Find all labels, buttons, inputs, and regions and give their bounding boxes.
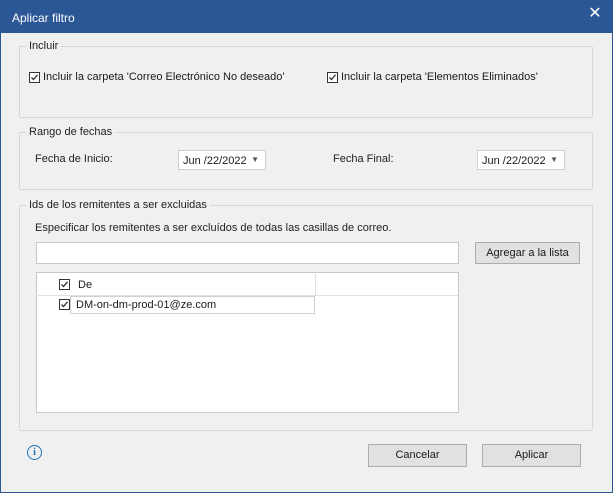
- apply-filter-dialog: Aplicar filtro ✕ Incluir Incluir la carp…: [0, 0, 613, 493]
- row-email: DM-on-dm-prod-01@ze.com: [70, 296, 315, 314]
- start-date-label: Fecha de Inicio:: [35, 153, 113, 165]
- end-date-value: Jun /22/2022: [482, 155, 546, 167]
- date-range-legend: Rango de fechas: [26, 126, 116, 138]
- checkbox-icon: [327, 71, 338, 83]
- column-header-from[interactable]: De: [78, 279, 92, 291]
- excluded-senders-legend: Ids de los remitentes a ser excluidas: [26, 199, 210, 211]
- row-checkbox[interactable]: [59, 299, 70, 310]
- date-range-group: Rango de fechas Fecha de Inicio: Jun /22…: [19, 126, 593, 190]
- apply-button[interactable]: Aplicar: [482, 444, 581, 467]
- title-bar: Aplicar filtro ✕: [1, 1, 612, 33]
- apply-label: Aplicar: [514, 449, 549, 461]
- include-deleted-label: Incluir la carpeta 'Elementos Eliminados…: [341, 71, 538, 83]
- column-divider: [315, 274, 316, 295]
- include-legend: Incluir: [26, 40, 62, 52]
- close-icon[interactable]: ✕: [586, 5, 604, 23]
- list-header: De: [38, 274, 458, 296]
- dialog-title: Aplicar filtro: [12, 11, 75, 25]
- add-to-list-label: Agregar a la lista: [486, 247, 569, 259]
- cancel-label: Cancelar: [395, 449, 440, 461]
- start-date-value: Jun /22/2022: [183, 155, 247, 167]
- cancel-button[interactable]: Cancelar: [368, 444, 467, 467]
- chevron-down-icon: ▼: [251, 155, 259, 164]
- checkbox-icon: [29, 71, 40, 83]
- include-junk-label: Incluir la carpeta 'Correo Electrónico N…: [43, 71, 285, 83]
- include-group: Incluir Incluir la carpeta 'Correo Elect…: [19, 40, 593, 118]
- sender-input[interactable]: [36, 242, 459, 264]
- excluded-senders-instruction: Especificar los remitentes a ser excluíd…: [35, 222, 392, 234]
- select-all-checkbox[interactable]: [59, 279, 70, 290]
- start-date-picker[interactable]: Jun /22/2022 ▼: [178, 150, 266, 170]
- excluded-senders-group: Ids de los remitentes a ser excluidas Es…: [19, 199, 593, 431]
- end-date-picker[interactable]: Jun /22/2022 ▼: [477, 150, 565, 170]
- chevron-down-icon: ▼: [550, 155, 558, 164]
- include-deleted-checkbox[interactable]: Incluir la carpeta 'Elementos Eliminados…: [327, 71, 538, 83]
- info-icon[interactable]: i: [27, 445, 42, 460]
- add-to-list-button[interactable]: Agregar a la lista: [475, 242, 580, 264]
- senders-list[interactable]: De DM-on-dm-prod-01@ze.com: [36, 272, 459, 413]
- include-junk-checkbox[interactable]: Incluir la carpeta 'Correo Electrónico N…: [29, 71, 284, 83]
- table-row[interactable]: DM-on-dm-prod-01@ze.com: [38, 296, 458, 314]
- end-date-label: Fecha Final:: [333, 153, 394, 165]
